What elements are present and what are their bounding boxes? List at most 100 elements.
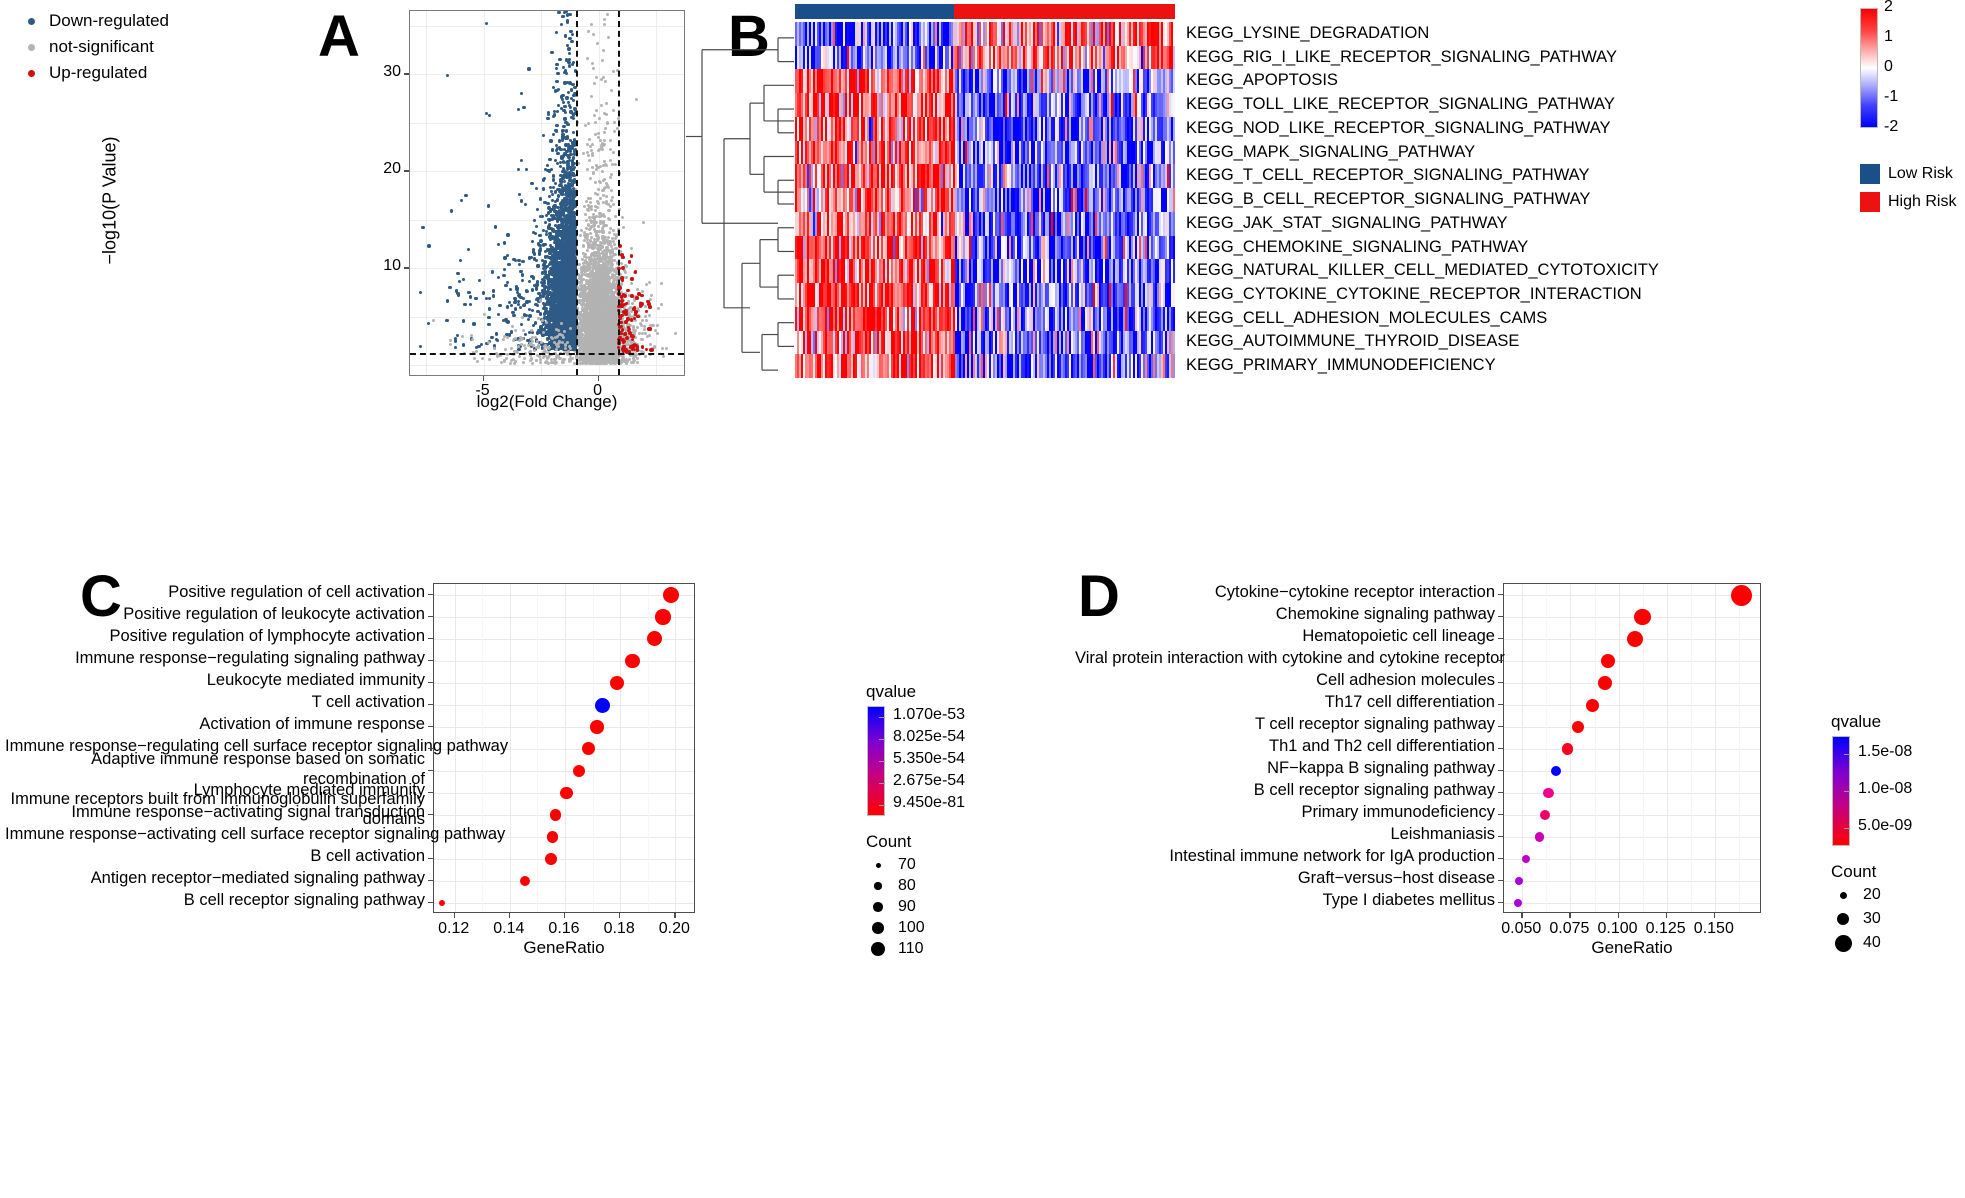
volcano-point [593, 255, 596, 258]
volcano-point [584, 124, 587, 127]
volcano-point [602, 213, 605, 216]
volcano-point [609, 148, 612, 151]
volcano-point [603, 18, 606, 21]
volcano-point [584, 270, 587, 273]
volcano-point [589, 197, 592, 200]
volcano-point [603, 131, 606, 134]
volcano-point [609, 139, 612, 142]
panel-a-gridline-horizontal [410, 365, 684, 366]
volcano-point [587, 122, 590, 125]
volcano-point [579, 234, 582, 237]
volcano-point [612, 229, 615, 232]
volcano-point [592, 171, 595, 174]
panel-a-gridline-horizontal [410, 123, 684, 124]
volcano-point [599, 215, 602, 218]
volcano-point [589, 201, 592, 204]
volcano-point [580, 291, 583, 294]
volcano-point [582, 244, 585, 247]
volcano-point [603, 273, 606, 276]
volcano-point [602, 230, 605, 233]
volcano-point [635, 98, 638, 101]
volcano-point [580, 324, 583, 327]
volcano-point [578, 274, 581, 277]
volcano-point [593, 223, 596, 226]
volcano-point [580, 229, 583, 232]
volcano-point [607, 217, 610, 220]
volcano-point [589, 177, 592, 180]
volcano-point [596, 237, 599, 240]
volcano-point [601, 59, 604, 62]
volcano-point [596, 193, 599, 196]
volcano-plot-area [409, 10, 685, 376]
volcano-point [597, 132, 600, 135]
volcano-point [609, 159, 612, 162]
volcano-point [587, 154, 590, 157]
volcano-point [594, 209, 597, 212]
volcano-point [594, 230, 597, 233]
volcano-point [586, 249, 589, 252]
panel-a-gridline-vertical [484, 11, 485, 375]
volcano-point [586, 235, 589, 238]
volcano-point [582, 152, 585, 155]
volcano-point [613, 130, 616, 133]
volcano-point [607, 236, 610, 239]
volcano-point [583, 239, 586, 242]
volcano-point [606, 246, 609, 249]
volcano-point [608, 209, 611, 212]
panel-a-gridline-horizontal [410, 26, 684, 27]
volcano-point [605, 164, 608, 167]
volcano-point [612, 70, 615, 73]
volcano-point [591, 152, 594, 155]
volcano-point [595, 109, 598, 112]
volcano-point [590, 95, 593, 98]
volcano-point [613, 243, 616, 246]
volcano-point [600, 78, 603, 81]
volcano-point [601, 148, 604, 151]
volcano-point [606, 308, 609, 311]
volcano-point [608, 231, 611, 234]
volcano-point [593, 114, 596, 117]
panel-a-gridline-horizontal [410, 74, 684, 75]
volcano-point [587, 30, 590, 33]
figure-root: A Down-regulated not-significant Up-regula… [0, 0, 1965, 1198]
volcano-point [607, 186, 610, 189]
volcano-point [584, 309, 587, 312]
volcano-point [586, 57, 589, 60]
volcano-point [589, 219, 592, 222]
volcano-point [591, 62, 594, 65]
volcano-point [601, 170, 604, 173]
volcano-point [602, 189, 605, 192]
volcano-point [610, 89, 613, 92]
volcano-point [589, 239, 592, 242]
volcano-point [612, 203, 615, 206]
volcano-point [614, 163, 617, 166]
volcano-point [594, 121, 597, 124]
volcano-point [598, 230, 601, 233]
volcano-point [610, 189, 613, 192]
volcano-point [610, 245, 613, 248]
panel-letter-a: A [318, 8, 360, 66]
volcano-point [580, 279, 583, 282]
volcano-point [596, 361, 599, 364]
volcano-point [602, 241, 605, 244]
volcano-point [597, 244, 600, 247]
volcano-point [579, 284, 582, 287]
volcano-point [586, 238, 589, 241]
volcano-point [605, 102, 608, 105]
volcano-point [588, 138, 591, 141]
volcano-point [605, 182, 608, 185]
volcano-point [585, 219, 588, 222]
volcano-point [581, 269, 584, 272]
volcano-point [602, 201, 605, 204]
volcano-point [604, 285, 607, 288]
volcano-point [592, 279, 595, 282]
panel-a-gridline-vertical [426, 11, 427, 375]
volcano-point [607, 36, 610, 39]
volcano-point [612, 109, 615, 112]
volcano-point [592, 67, 595, 70]
volcano-point [605, 195, 608, 198]
volcano-point [599, 181, 602, 184]
volcano-point [586, 168, 589, 171]
volcano-point [611, 163, 614, 166]
volcano-point [579, 362, 582, 365]
